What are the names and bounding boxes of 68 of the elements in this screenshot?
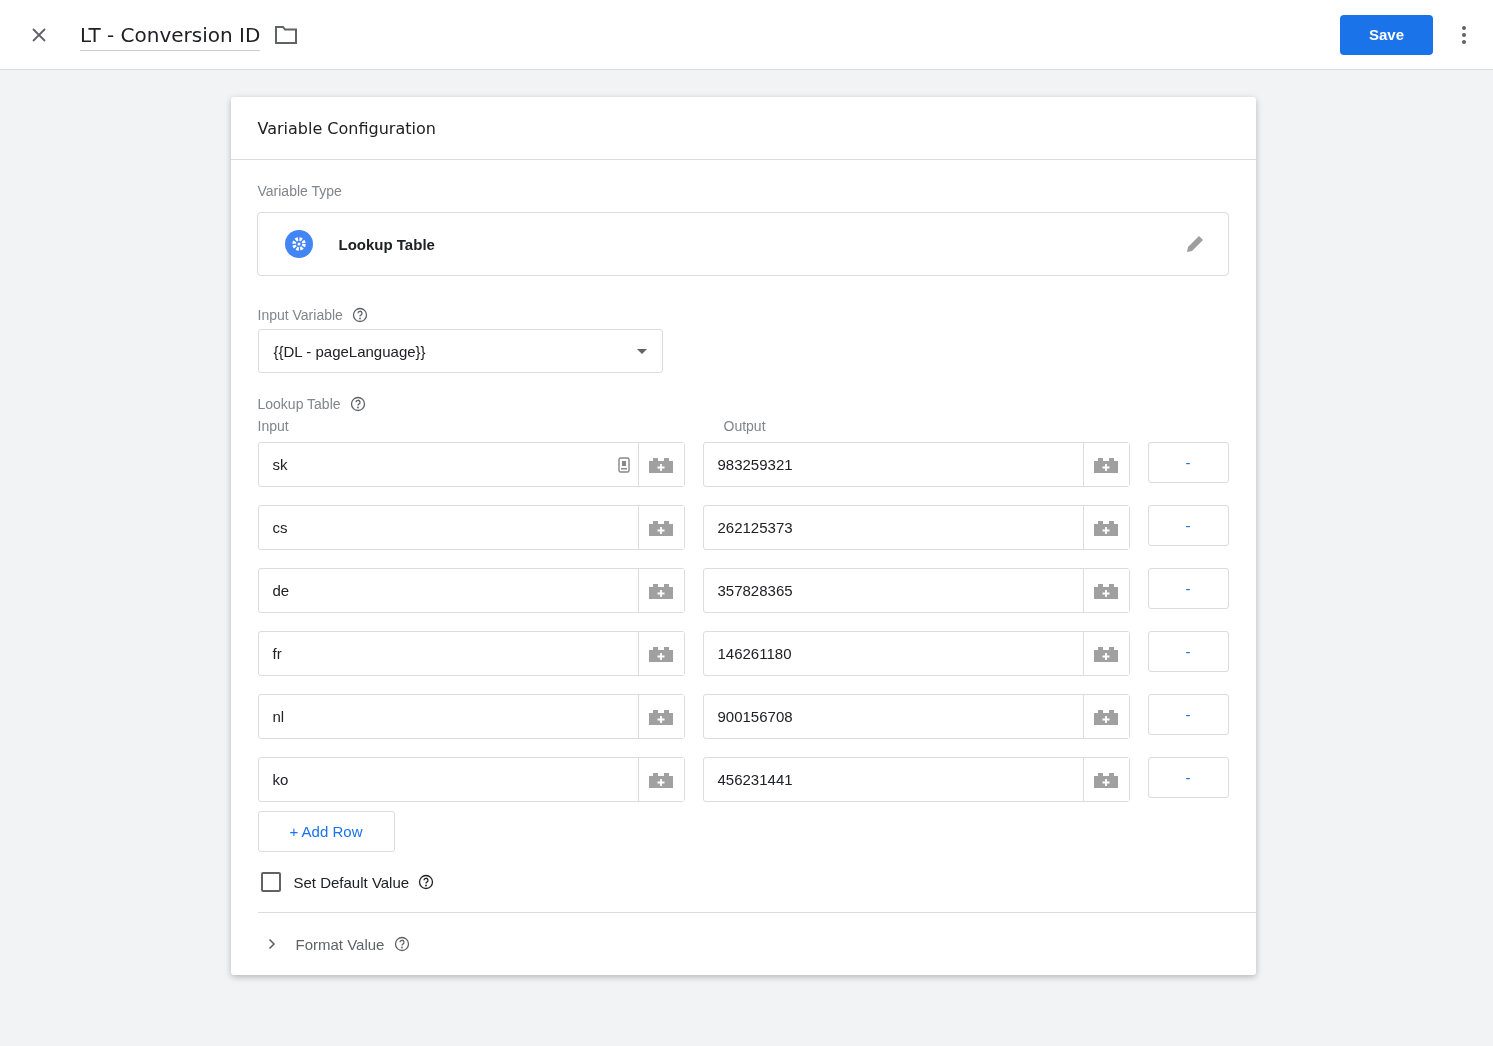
- help-icon[interactable]: [394, 936, 411, 952]
- insert-variable-button[interactable]: [637, 506, 684, 549]
- output-field[interactable]: 146261180: [702, 631, 1130, 676]
- contact-card-icon[interactable]: [617, 456, 630, 473]
- insert-variable-button[interactable]: [637, 443, 684, 486]
- remove-row-button[interactable]: -: [1147, 757, 1229, 798]
- output-field[interactable]: 900156708: [702, 694, 1130, 739]
- brick-plus-icon: [648, 771, 674, 788]
- input-field[interactable]: cs: [257, 505, 685, 550]
- insert-variable-button[interactable]: [637, 569, 684, 612]
- remove-row-button[interactable]: -: [1147, 694, 1229, 735]
- input-field[interactable]: fr: [257, 631, 685, 676]
- input-field[interactable]: ko: [257, 757, 685, 802]
- output-field[interactable]: 357828365: [702, 568, 1130, 613]
- variable-type-name: Lookup Table: [338, 235, 435, 253]
- save-button[interactable]: Save: [1340, 14, 1433, 55]
- field-label: Lookup Table: [257, 396, 341, 412]
- brick-plus-icon: [1093, 519, 1119, 536]
- brick-plus-icon: [1093, 708, 1119, 725]
- output-field[interactable]: 262125373: [702, 505, 1130, 550]
- brick-plus-icon: [648, 519, 674, 536]
- input-variable-dropdown[interactable]: {{DL - pageLanguage}}: [257, 329, 663, 373]
- help-icon[interactable]: [349, 396, 366, 412]
- chevron-icon[interactable]: [267, 938, 276, 950]
- insert-variable-button[interactable]: [637, 632, 684, 675]
- field-label: Variable Type: [257, 183, 342, 199]
- column-heading: Output: [722, 418, 767, 434]
- brick-plus-icon: [648, 456, 674, 473]
- container-title[interactable]: LT - Conversion ID: [80, 22, 261, 51]
- variable-type-panel[interactable]: Lookup Table: [256, 212, 1229, 276]
- insert-variable-button[interactable]: [1082, 569, 1129, 612]
- insert-variable-button[interactable]: [1082, 695, 1129, 738]
- insert-variable-button[interactable]: [1082, 758, 1129, 801]
- more-options-icon[interactable]: [1461, 24, 1467, 45]
- output-field[interactable]: 983259321: [702, 442, 1130, 487]
- checkbox-label[interactable]: Set Default Value: [293, 873, 410, 891]
- card-title: Variable Configuration: [257, 118, 436, 138]
- add-row-button[interactable]: + Add Row: [257, 811, 395, 852]
- help-icon[interactable]: [351, 307, 368, 323]
- insert-variable-button[interactable]: [1082, 506, 1129, 549]
- input-field[interactable]: sk: [257, 442, 685, 487]
- gear-icon: [284, 230, 313, 258]
- remove-row-button[interactable]: -: [1147, 442, 1229, 483]
- insert-variable-button[interactable]: [1082, 632, 1129, 675]
- brick-plus-icon: [648, 645, 674, 662]
- brick-plus-icon: [1093, 456, 1119, 473]
- brick-plus-icon: [648, 582, 674, 599]
- insert-variable-button[interactable]: [1082, 443, 1129, 486]
- folder-icon[interactable]: [274, 24, 299, 45]
- insert-variable-button[interactable]: [637, 695, 684, 738]
- help-icon[interactable]: [418, 874, 435, 890]
- output-field[interactable]: 456231441: [702, 757, 1130, 802]
- remove-row-button[interactable]: -: [1147, 505, 1229, 546]
- column-heading: Input: [257, 418, 290, 434]
- brick-plus-icon: [1093, 771, 1119, 788]
- brick-plus-icon: [1093, 582, 1119, 599]
- insert-variable-button[interactable]: [637, 758, 684, 801]
- field-label: Input Variable: [257, 307, 343, 323]
- checkbox[interactable]: [260, 872, 281, 892]
- remove-row-button[interactable]: -: [1147, 631, 1229, 672]
- input-field[interactable]: nl: [257, 694, 685, 739]
- remove-row-button[interactable]: -: [1147, 568, 1229, 609]
- input-field[interactable]: de: [257, 568, 685, 613]
- brick-plus-icon: [648, 708, 674, 725]
- section-toggle[interactable]: Format Value: [295, 935, 385, 953]
- brick-plus-icon: [1093, 645, 1119, 662]
- dropdown-caret-icon: [636, 348, 647, 354]
- close-button[interactable]: [30, 25, 48, 44]
